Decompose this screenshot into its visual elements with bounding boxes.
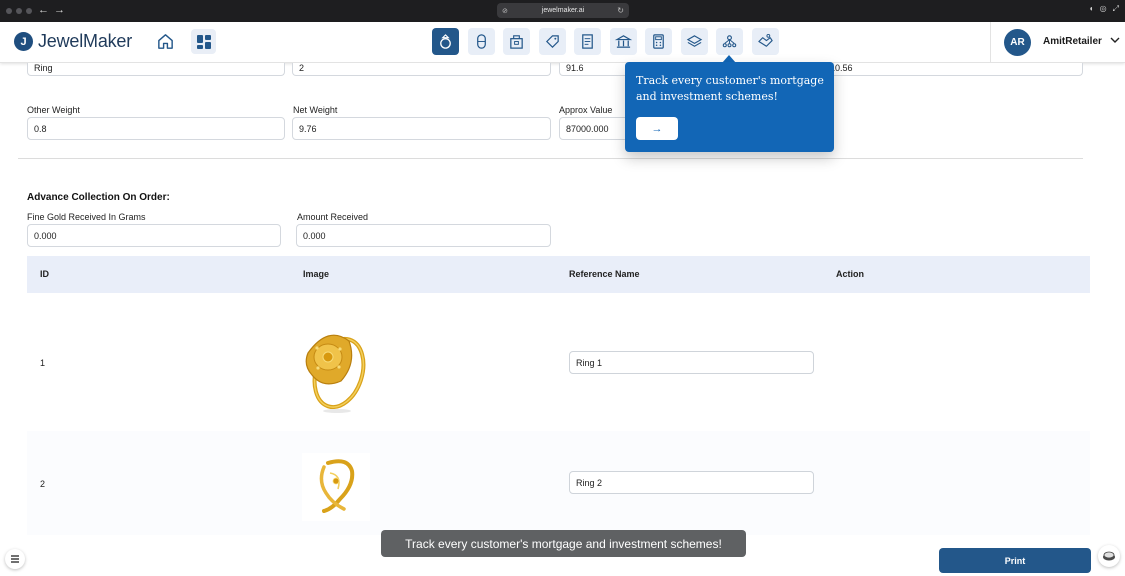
advance-section-title: Advance Collection On Order: xyxy=(27,192,170,203)
table-header: ID Image Reference Name Action xyxy=(27,256,1090,293)
box-icon xyxy=(510,35,523,49)
fine-gold-label: Fine Gold Received In Grams xyxy=(27,212,146,222)
nav-tags[interactable] xyxy=(538,28,566,55)
jewelmaker-logo-icon: J xyxy=(14,32,33,51)
row-id: 1 xyxy=(40,358,46,368)
menu-button[interactable] xyxy=(5,549,25,569)
tag-icon xyxy=(545,35,559,49)
quantity-field[interactable]: 2 xyxy=(292,63,551,76)
window-controls[interactable] xyxy=(6,8,32,14)
item-type-field[interactable]: Ring xyxy=(27,63,285,76)
row-id: 2 xyxy=(40,479,46,489)
nav-ring-orders[interactable] xyxy=(432,28,459,55)
toast-message: Track every customer's mortgage and inve… xyxy=(381,530,746,557)
amount-received-label: Amount Received xyxy=(297,212,369,222)
layers-icon xyxy=(686,35,702,47)
section-divider xyxy=(18,158,1083,159)
brand-logo[interactable]: J JewelMaker xyxy=(14,31,132,52)
brand-name: JewelMaker xyxy=(38,31,133,51)
link-icon: ⊘ xyxy=(502,7,508,15)
nav-bank[interactable] xyxy=(609,28,637,55)
other-weight-label: Other Weight xyxy=(27,105,80,115)
nav-schemes[interactable] xyxy=(716,28,743,55)
expand-icon[interactable]: ⤢ xyxy=(1113,4,1119,14)
approx-value-field[interactable]: 87000.000 xyxy=(559,117,629,140)
support-chat-icon xyxy=(1103,551,1115,561)
address-bar[interactable]: ⊘ jewelmaker.ai ↻ xyxy=(497,3,629,18)
module-nav xyxy=(432,28,779,55)
gross-weight-field[interactable]: 10.56 xyxy=(830,63,1083,76)
sound-icon[interactable]: ◖ xyxy=(1089,4,1094,14)
chevron-down-icon[interactable] xyxy=(1109,34,1121,46)
column-header-action: Action xyxy=(836,269,864,279)
other-weight-field[interactable]: 0.8 xyxy=(27,117,285,140)
network-icon xyxy=(722,35,737,48)
arrow-right-icon: → xyxy=(651,122,663,135)
calculator-icon xyxy=(653,34,664,49)
nav-bracelet[interactable] xyxy=(467,28,495,55)
print-button[interactable]: Print xyxy=(939,548,1091,573)
support-button[interactable] xyxy=(1098,545,1120,567)
app-header: J JewelMaker AR AmitRetailer xyxy=(0,22,1125,63)
back-arrow-icon[interactable]: ← xyxy=(38,3,49,17)
onboarding-tooltip: Track every customer's mortgage and inve… xyxy=(625,62,834,152)
dashboard-button[interactable] xyxy=(191,29,216,54)
bank-icon xyxy=(614,35,632,48)
tooltip-text: Track every customer's mortgage and inve… xyxy=(636,74,824,103)
column-header-image: Image xyxy=(303,269,330,279)
browser-chrome: ← → ⊘ jewelmaker.ai ↻ ◖ ◎ ⤢ xyxy=(0,0,1125,22)
ring-1-image xyxy=(305,334,366,413)
bracelet-icon xyxy=(476,34,486,49)
extensions-icon[interactable]: ◎ xyxy=(1100,4,1107,14)
nav-mortgage[interactable] xyxy=(751,28,779,55)
fine-gold-field[interactable]: 0.000 xyxy=(27,224,281,247)
nav-ledger[interactable] xyxy=(574,28,601,55)
reference-name-input[interactable]: Ring 1 xyxy=(569,351,814,374)
ring-2-image-frame xyxy=(302,453,370,521)
column-header-id: ID xyxy=(40,269,49,279)
table-row: 1 Ring 1 xyxy=(27,293,1090,431)
user-name[interactable]: AmitRetailer xyxy=(1043,36,1102,47)
nav-layers[interactable] xyxy=(680,28,708,55)
net-weight-label: Net Weight xyxy=(293,105,338,115)
user-avatar[interactable]: AR xyxy=(1004,29,1031,56)
reload-icon[interactable]: ↻ xyxy=(617,6,624,15)
ledger-icon xyxy=(582,34,593,49)
ring-icon xyxy=(440,34,451,49)
nav-inventory[interactable] xyxy=(503,28,530,55)
dashboard-grid-icon xyxy=(196,34,211,49)
table-row: 2 Ring 2 xyxy=(27,431,1090,535)
nav-calculator[interactable] xyxy=(645,28,672,55)
reference-name-input[interactable]: Ring 2 xyxy=(569,471,814,494)
purity-field[interactable]: 91.6 xyxy=(559,63,629,76)
handshake-icon xyxy=(757,33,773,47)
amount-received-field[interactable]: 0.000 xyxy=(296,224,551,247)
browser-actions: ◖ ◎ ⤢ xyxy=(1089,4,1119,14)
approx-value-label: Approx Value xyxy=(559,105,613,115)
url-text: jewelmaker.ai xyxy=(541,7,585,14)
tooltip-next-button[interactable]: → xyxy=(636,117,678,140)
forward-arrow-icon[interactable]: → xyxy=(54,3,65,17)
home-icon[interactable] xyxy=(156,32,175,51)
net-weight-field[interactable]: 9.76 xyxy=(292,117,551,140)
hamburger-menu-icon xyxy=(11,555,19,563)
column-header-reference: Reference Name xyxy=(569,269,640,279)
ring-2-image xyxy=(319,459,355,513)
header-divider xyxy=(990,22,991,63)
